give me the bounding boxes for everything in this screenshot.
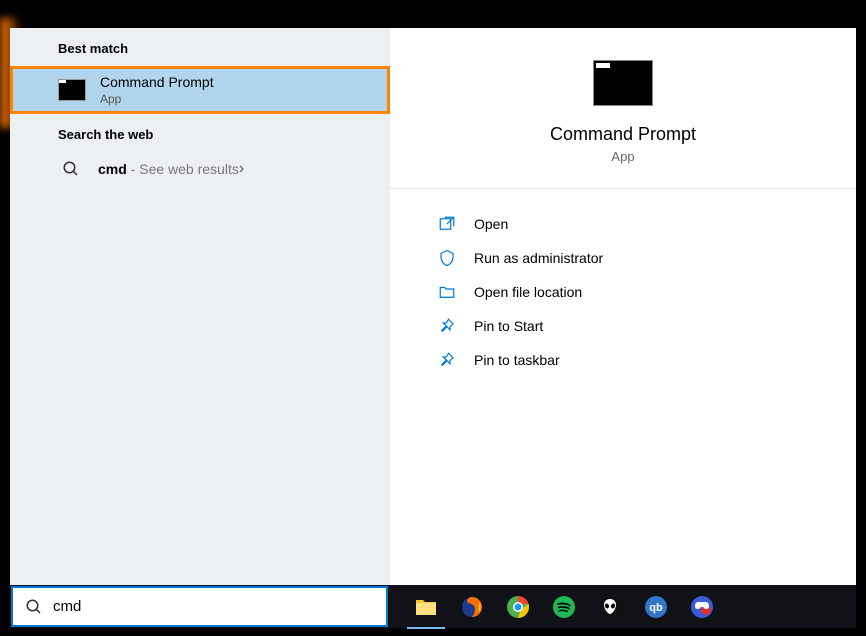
taskbar-app-file-explorer[interactable] (413, 594, 439, 620)
web-result-term: cmd (98, 161, 127, 177)
search-icon (62, 160, 80, 178)
action-pin-start[interactable]: Pin to Start (422, 309, 824, 343)
taskbar-apps: qb (389, 594, 715, 620)
start-menu-search: Best match Command Prompt App Search the… (10, 28, 856, 628)
shield-icon (438, 249, 456, 267)
best-match-result[interactable]: Command Prompt App (10, 66, 390, 114)
action-open[interactable]: Open (422, 207, 824, 241)
action-file-location[interactable]: Open file location (422, 275, 824, 309)
taskbar-search-box[interactable] (11, 586, 388, 627)
command-prompt-icon (58, 79, 86, 101)
result-subtitle: App (100, 92, 374, 106)
best-match-header: Best match (10, 28, 390, 66)
results-panel: Best match Command Prompt App Search the… (10, 28, 390, 585)
actions-list: Open Run as administrator Open file loca… (390, 189, 856, 395)
action-pin-taskbar[interactable]: Pin to taskbar (422, 343, 824, 377)
command-prompt-icon (593, 60, 653, 106)
folder-icon (414, 595, 438, 619)
qbittorrent-icon: qb (644, 595, 668, 619)
search-panels: Best match Command Prompt App Search the… (10, 28, 856, 585)
action-label: Pin to taskbar (474, 352, 560, 368)
web-result-text: cmd - See web results (98, 161, 239, 177)
chrome-icon (506, 595, 530, 619)
spotify-icon (552, 595, 576, 619)
action-label: Pin to Start (474, 318, 543, 334)
taskbar-app-firefox[interactable] (459, 594, 485, 620)
taskbar: qb (10, 585, 856, 628)
taskbar-app-foobar[interactable] (597, 594, 623, 620)
search-icon (25, 598, 43, 616)
chevron-right-icon: › (239, 160, 252, 178)
action-label: Run as administrator (474, 250, 603, 266)
taskbar-app-qbittorrent[interactable]: qb (643, 594, 669, 620)
preview-title: Command Prompt (550, 124, 696, 145)
web-result[interactable]: cmd - See web results › (10, 152, 390, 186)
open-icon (438, 215, 456, 233)
search-web-header: Search the web (10, 114, 390, 152)
taskbar-app-chrome[interactable] (505, 594, 531, 620)
games-icon (690, 595, 714, 619)
action-run-admin[interactable]: Run as administrator (422, 241, 824, 275)
preview-header: Command Prompt App (390, 28, 856, 189)
folder-icon (438, 283, 456, 301)
action-label: Open (474, 216, 508, 232)
search-input[interactable] (53, 598, 374, 615)
alien-icon (598, 595, 622, 619)
web-result-suffix: - See web results (127, 161, 239, 177)
svg-text:qb: qb (649, 602, 663, 614)
preview-subtitle: App (611, 149, 634, 164)
result-title: Command Prompt (100, 74, 374, 90)
pin-icon (438, 351, 456, 369)
pin-icon (438, 317, 456, 335)
taskbar-app-games[interactable] (689, 594, 715, 620)
preview-panel: Command Prompt App Open Run as admi (390, 28, 856, 585)
action-label: Open file location (474, 284, 582, 300)
firefox-icon (460, 595, 484, 619)
result-text: Command Prompt App (100, 74, 374, 106)
taskbar-app-spotify[interactable] (551, 594, 577, 620)
